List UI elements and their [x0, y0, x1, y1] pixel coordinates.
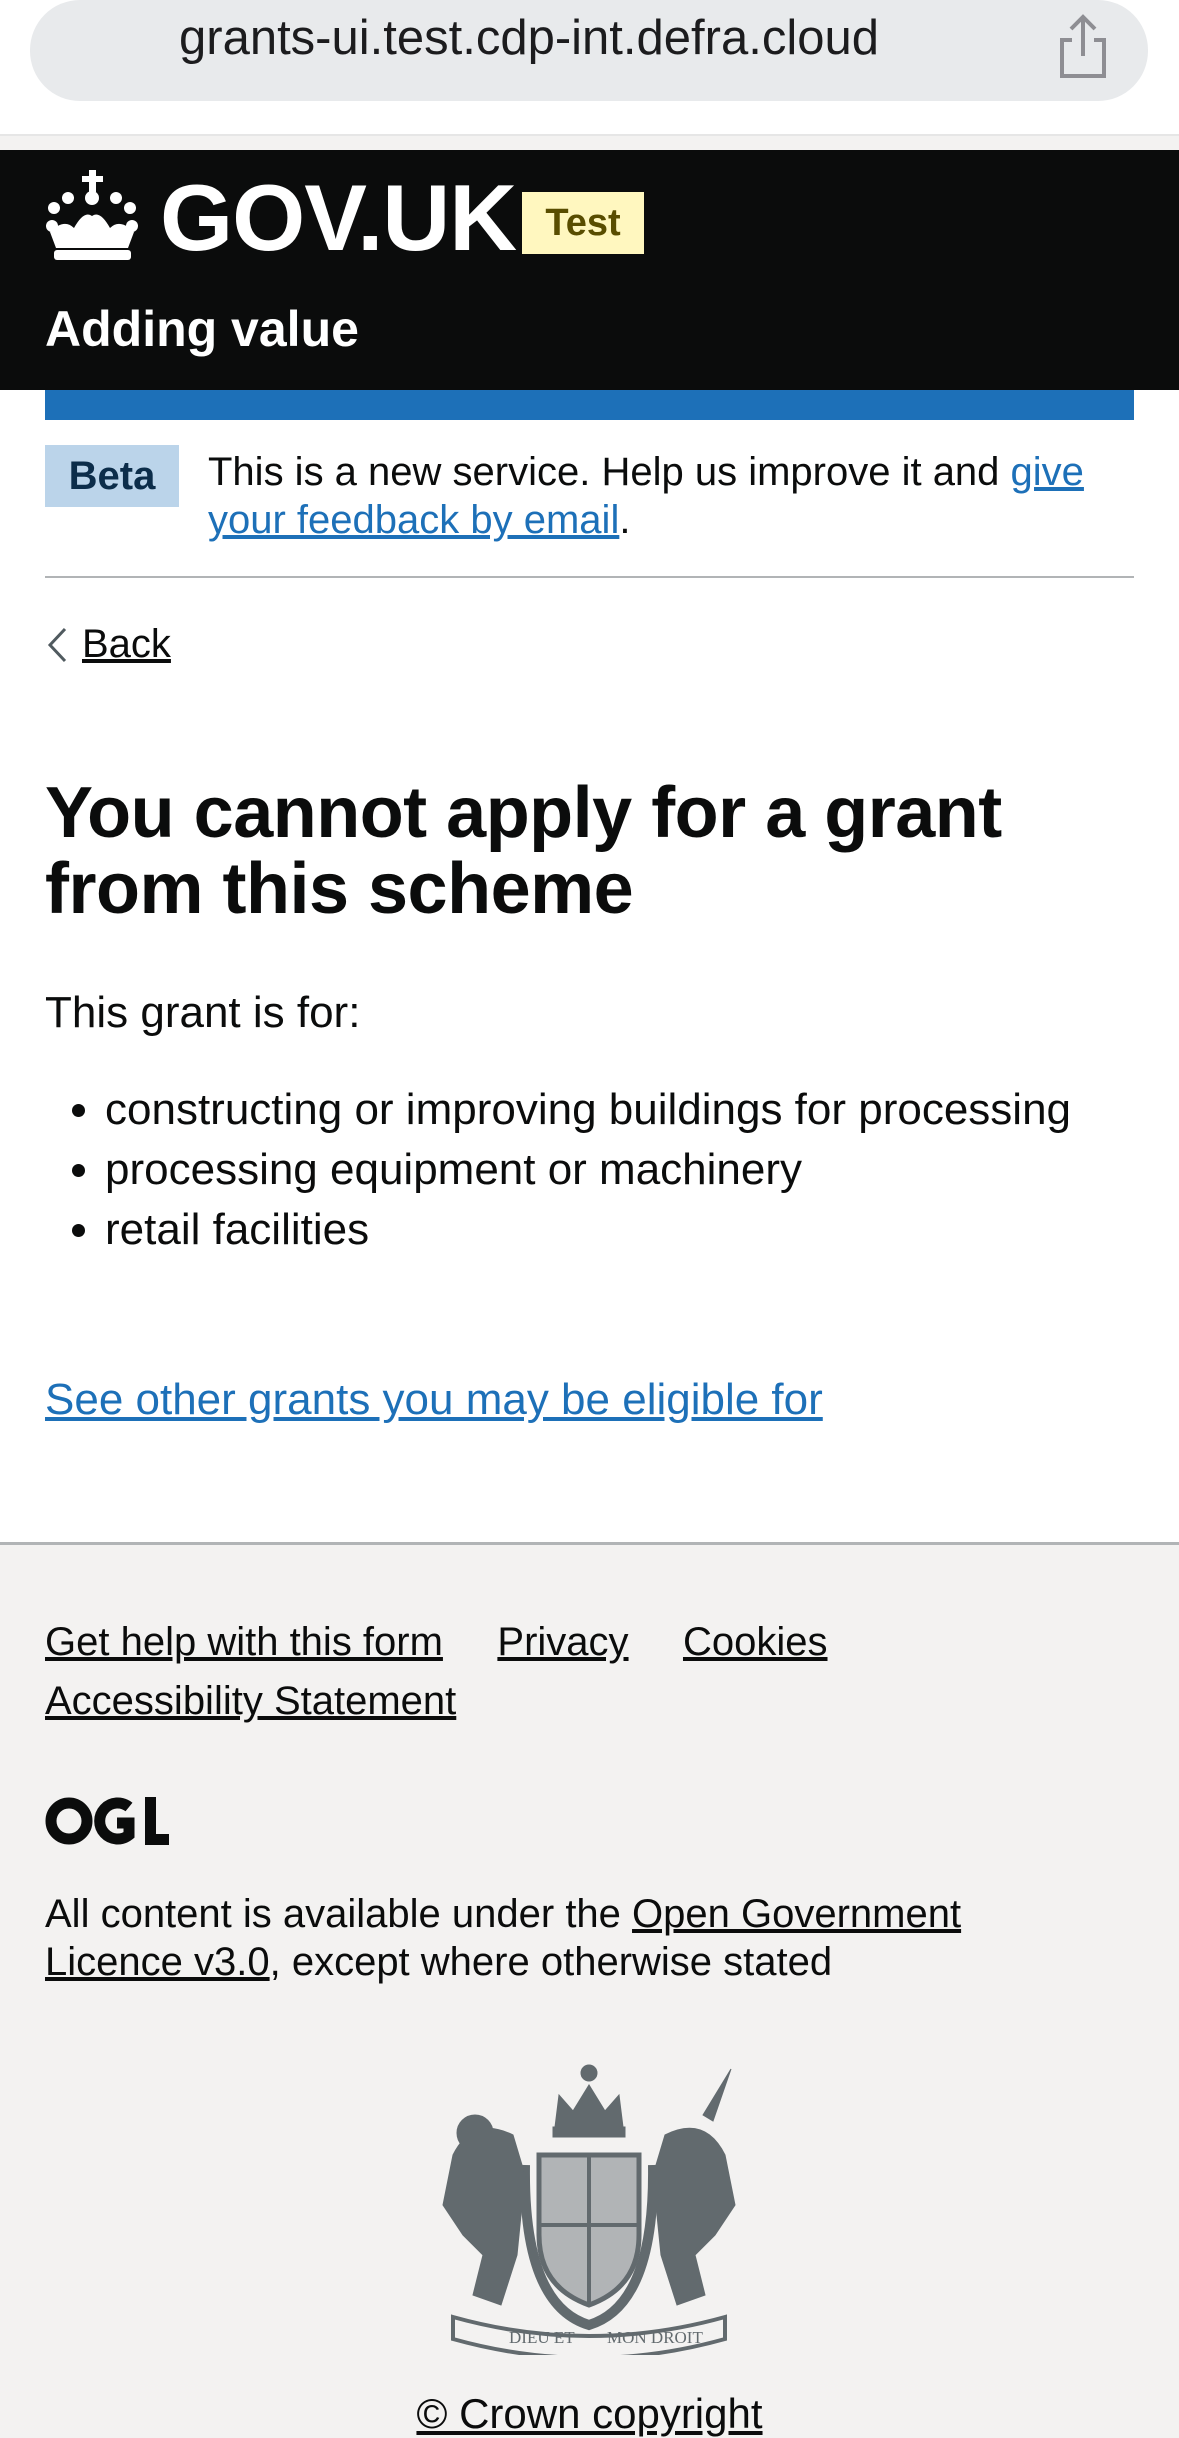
- page-title: You cannot apply for a grant from this s…: [45, 773, 1002, 929]
- footer-link-privacy[interactable]: Privacy: [497, 1620, 628, 1665]
- footer-link-help[interactable]: Get help with this form: [45, 1620, 443, 1665]
- govuk-footer: Get help with this form Privacy Cookies …: [0, 1542, 1179, 2437]
- phase-banner-prefix: This is a new service. Help us improve i…: [208, 450, 1011, 494]
- crown-icon: [46, 170, 138, 260]
- main-content: Beta This is a new service. Help us impr…: [0, 390, 1179, 1542]
- govuk-header: GOV.UK Test Adding value: [0, 150, 1179, 390]
- beta-tag: Beta: [45, 445, 179, 507]
- service-name-link[interactable]: Adding value: [45, 300, 359, 358]
- crown-copyright-link[interactable]: © Crown copyright: [0, 2390, 1179, 2438]
- address-bar[interactable]: grants-ui.test.cdp-int.defra.cloud: [30, 0, 1148, 101]
- chevron-left-icon: [47, 627, 67, 662]
- royal-coat-of-arms-icon: DIEU ET MON DROIT: [442, 2064, 736, 2355]
- address-bar-url[interactable]: grants-ui.test.cdp-int.defra.cloud: [30, 10, 1028, 66]
- licence-text: All content is available under the Open …: [45, 1890, 1045, 1986]
- back-link-label: Back: [82, 622, 171, 666]
- intro-text: This grant is for:: [45, 988, 361, 1037]
- phase-banner-suffix: .: [619, 498, 631, 542]
- licence-suffix: , except where otherwise stated: [269, 1940, 833, 1984]
- licence-prefix: All content is available under the: [45, 1892, 633, 1936]
- grant-purpose-list: constructing or improving buildings for …: [45, 1080, 1105, 1260]
- crest-motto-right: MON DROIT: [607, 2328, 703, 2347]
- ogl-logo-icon: [45, 1797, 169, 1845]
- footer-link-cookies[interactable]: Cookies: [683, 1620, 828, 1665]
- share-icon[interactable]: [1054, 14, 1112, 80]
- footer-link-accessibility[interactable]: Accessibility Statement: [45, 1679, 456, 1724]
- footer-links: Get help with this form Privacy Cookies …: [45, 1620, 1045, 1738]
- list-item: retail facilities: [105, 1200, 1105, 1260]
- phase-banner-divider: [45, 576, 1134, 578]
- browser-toolbar: grants-ui.test.cdp-int.defra.cloud: [0, 0, 1179, 136]
- back-link[interactable]: Back: [46, 622, 171, 667]
- list-item: processing equipment or machinery: [105, 1140, 1105, 1200]
- environment-tag: Test: [522, 192, 644, 254]
- crest-motto-left: DIEU ET: [509, 2328, 575, 2347]
- header-brand-bar: [45, 390, 1134, 420]
- phase-banner-text: This is a new service. Help us improve i…: [208, 448, 1108, 544]
- other-grants-link[interactable]: See other grants you may be eligible for: [45, 1375, 823, 1425]
- list-item: constructing or improving buildings for …: [105, 1080, 1105, 1140]
- govuk-logo-link[interactable]: GOV.UK: [160, 166, 517, 270]
